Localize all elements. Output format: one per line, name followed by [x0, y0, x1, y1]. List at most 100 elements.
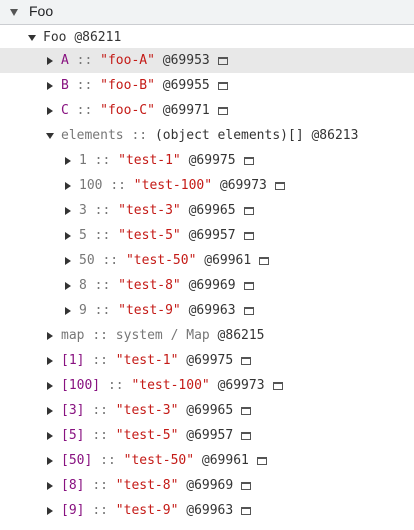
- tree-row-element[interactable]: 100 :: "test-100" @69973: [0, 173, 414, 198]
- tree-row-map-entry[interactable]: [8] :: "test-8" @69969: [0, 473, 414, 498]
- store-as-global-icon[interactable]: [243, 231, 254, 240]
- store-as-global-icon[interactable]: [272, 381, 283, 390]
- expand-right-icon[interactable]: [63, 181, 73, 191]
- tree-row-map-entry[interactable]: [100] :: "test-100" @69973: [0, 373, 414, 398]
- string-value: "test-8": [115, 478, 179, 493]
- object-id: @69963: [186, 503, 234, 518]
- separator: ::: [92, 328, 108, 343]
- store-as-global-icon[interactable]: [241, 431, 252, 440]
- expand-right-icon[interactable]: [45, 56, 55, 66]
- separator: ::: [92, 478, 108, 493]
- tree-row-map-entry[interactable]: [9] :: "test-9" @69963: [0, 498, 414, 523]
- root-name: Foo: [43, 30, 67, 45]
- object-id: @69955: [162, 78, 210, 93]
- tree-row-prop-c[interactable]: C :: "foo-C" @69971: [0, 98, 414, 123]
- separator: ::: [110, 178, 126, 193]
- tree-row-element[interactable]: 50 :: "test-50" @69961: [0, 248, 414, 273]
- element-index: 8: [79, 278, 87, 293]
- expand-right-icon[interactable]: [45, 506, 55, 516]
- separator: ::: [100, 453, 116, 468]
- object-id: @69969: [188, 278, 236, 293]
- store-as-global-icon[interactable]: [241, 356, 252, 365]
- separator: ::: [76, 53, 93, 68]
- expand-right-icon[interactable]: [45, 331, 55, 341]
- expand-right-icon[interactable]: [63, 256, 73, 266]
- tree-row-root[interactable]: Foo @86211: [0, 25, 414, 50]
- string-value: "test-3": [115, 403, 179, 418]
- object-id: @86213: [311, 128, 359, 143]
- expand-right-icon[interactable]: [45, 81, 55, 91]
- string-value: "test-1": [118, 153, 181, 168]
- tree-row-element[interactable]: 9 :: "test-9" @69963: [0, 298, 414, 323]
- property-key: A: [61, 53, 69, 68]
- expand-right-icon[interactable]: [63, 281, 73, 291]
- separator: ::: [92, 353, 108, 368]
- tree-row-element[interactable]: 3 :: "test-3" @69965: [0, 198, 414, 223]
- store-as-global-icon[interactable]: [241, 406, 252, 415]
- element-index: 50: [79, 253, 95, 268]
- store-as-global-icon[interactable]: [256, 456, 267, 465]
- tree-row-element[interactable]: 1 :: "test-1" @69975: [0, 148, 414, 173]
- expand-right-icon[interactable]: [45, 381, 55, 391]
- tree-row-map-entry[interactable]: [3] :: "test-3" @69965: [0, 398, 414, 423]
- tree-row-prop-b[interactable]: B :: "foo-B" @69955: [0, 73, 414, 98]
- store-as-global-icon[interactable]: [241, 506, 252, 515]
- store-as-global-icon[interactable]: [243, 281, 254, 290]
- object-id: @69975: [186, 353, 234, 368]
- string-value: "test-5": [115, 428, 179, 443]
- store-as-global-icon[interactable]: [259, 256, 270, 265]
- element-index: 100: [79, 178, 103, 193]
- object-id: @69973: [219, 178, 267, 193]
- element-index: 9: [79, 303, 87, 318]
- collapse-arrow-icon[interactable]: [10, 9, 18, 16]
- map-entry-key: [1]: [61, 353, 85, 368]
- store-as-global-icon[interactable]: [274, 181, 285, 190]
- object-id: @69969: [186, 478, 234, 493]
- map-entry-key: [8]: [61, 478, 85, 493]
- expand-right-icon[interactable]: [45, 356, 55, 366]
- expand-right-icon[interactable]: [45, 406, 55, 416]
- expand-right-icon[interactable]: [45, 456, 55, 466]
- object-id: @69957: [186, 428, 234, 443]
- separator: ::: [92, 503, 108, 518]
- tree-row-element[interactable]: 5 :: "test-5" @69957: [0, 223, 414, 248]
- expand-right-icon[interactable]: [45, 431, 55, 441]
- store-as-global-icon[interactable]: [217, 81, 228, 90]
- object-id: @69961: [201, 453, 249, 468]
- tree-row-map-entry[interactable]: [50] :: "test-50" @69961: [0, 448, 414, 473]
- store-as-global-icon[interactable]: [243, 306, 254, 315]
- expand-right-icon[interactable]: [45, 106, 55, 116]
- tree-row-element[interactable]: 8 :: "test-8" @69969: [0, 273, 414, 298]
- separator: ::: [131, 128, 148, 143]
- tree-row-prop-a[interactable]: A :: "foo-A" @69953: [0, 48, 414, 73]
- tree-row-map[interactable]: map :: system / Map @86215: [0, 323, 414, 348]
- expand-right-icon[interactable]: [63, 156, 73, 166]
- object-id: @69957: [188, 228, 236, 243]
- string-value: "test-3": [118, 203, 181, 218]
- expand-right-icon[interactable]: [63, 231, 73, 241]
- section-header[interactable]: Foo: [0, 0, 414, 25]
- separator: ::: [76, 103, 93, 118]
- element-index: 3: [79, 203, 87, 218]
- store-as-global-icon[interactable]: [243, 156, 254, 165]
- separator: ::: [76, 78, 93, 93]
- tree-row-elements[interactable]: elements :: (object elements)[] @86213: [0, 123, 414, 148]
- expand-down-icon[interactable]: [45, 131, 55, 141]
- heap-snapshot-tree: Foo Foo @86211 A :: "foo-A" @69953 B :: …: [0, 0, 414, 530]
- string-value: "test-9": [118, 303, 181, 318]
- tree-row-map-entry[interactable]: [1] :: "test-1" @69975: [0, 348, 414, 373]
- separator: ::: [92, 403, 108, 418]
- expand-right-icon[interactable]: [45, 481, 55, 491]
- store-as-global-icon[interactable]: [217, 56, 228, 65]
- expand-right-icon[interactable]: [63, 206, 73, 216]
- store-as-global-icon[interactable]: [241, 481, 252, 490]
- store-as-global-icon[interactable]: [217, 106, 228, 115]
- expand-right-icon[interactable]: [63, 306, 73, 316]
- store-as-global-icon[interactable]: [243, 206, 254, 215]
- tree-row-map-entry[interactable]: [5] :: "test-5" @69957: [0, 423, 414, 448]
- separator: ::: [94, 203, 111, 218]
- expand-down-icon[interactable]: [27, 33, 37, 43]
- map-entry-key: [50]: [61, 453, 93, 468]
- string-value: "test-9": [115, 503, 179, 518]
- string-value: "foo-C": [100, 103, 155, 118]
